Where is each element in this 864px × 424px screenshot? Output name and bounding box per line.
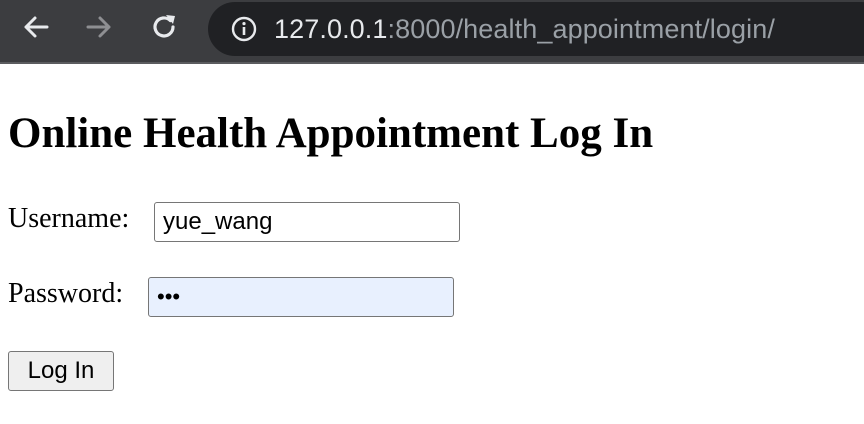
url-path: :8000/health_appointment/login/ [387,14,775,44]
username-label: Username: [8,203,130,234]
back-arrow-icon [24,16,49,38]
password-field[interactable]: ••• [148,277,454,317]
address-bar[interactable]: 127.0.0.1:8000/health_appointment/login/ [208,2,864,56]
site-info-icon[interactable] [230,15,258,43]
back-button[interactable] [19,10,53,44]
password-masked-value: ••• [157,284,181,309]
forward-arrow-icon [86,16,111,38]
reload-icon [153,15,175,38]
page-content: Online Health Appointment Log In Usernam… [0,66,864,424]
page-title: Online Health Appointment Log In [8,110,654,157]
forward-button[interactable] [82,10,116,44]
url-host: 127.0.0.1 [274,14,388,44]
url-text[interactable]: 127.0.0.1:8000/health_appointment/login/ [274,13,775,45]
browser-toolbar: 127.0.0.1:8000/health_appointment/login/ [0,0,864,64]
username-value: yue_wang [163,208,273,235]
username-field[interactable]: yue_wang [154,202,460,242]
reload-button[interactable] [147,10,181,44]
login-button[interactable]: Log In [8,351,114,391]
password-label: Password: [8,278,124,309]
